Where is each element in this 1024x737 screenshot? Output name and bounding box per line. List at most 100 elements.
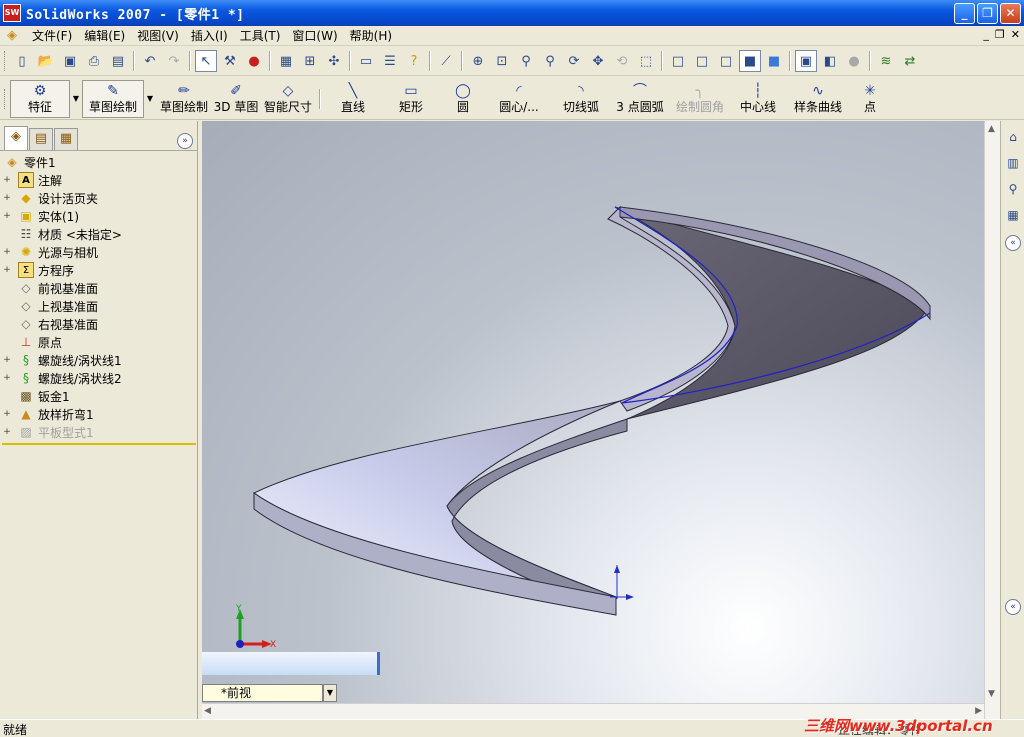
- select-icon[interactable]: ↖: [195, 50, 217, 72]
- undo-icon[interactable]: ↶: [139, 50, 161, 72]
- tree-item-lights-cameras[interactable]: + ✺ 光源与相机: [0, 243, 197, 261]
- point-button[interactable]: ✳ 点: [850, 80, 890, 118]
- doc-restore-button[interactable]: ❐: [995, 28, 1005, 41]
- sketch-tab-button[interactable]: ✎ 草图绘制: [82, 79, 144, 118]
- hidden-lines-visible-icon[interactable]: □: [691, 50, 713, 72]
- tree-item-front-plane[interactable]: ◇ 前视基准面: [0, 279, 197, 297]
- minimize-button[interactable]: _: [954, 3, 975, 24]
- expand-toggle[interactable]: +: [0, 265, 14, 275]
- graphics-area[interactable]: Y X *前视 ▼ ◀ ▶: [202, 121, 984, 719]
- tangent-arc-button[interactable]: ◝ 切线弧: [552, 80, 610, 118]
- 3d-sketch-button[interactable]: ✐ 3D 草图: [212, 80, 260, 118]
- zoom-fit-icon[interactable]: ⊕: [467, 50, 489, 72]
- rollback-bar[interactable]: [2, 443, 196, 445]
- new-icon[interactable]: ▯: [11, 50, 33, 72]
- view-orientation-icon[interactable]: ✣: [323, 50, 345, 72]
- centerline-button[interactable]: ┆ 中心线: [730, 80, 786, 118]
- expand-toggle[interactable]: +: [0, 193, 14, 203]
- tab-feature-manager[interactable]: ◈: [4, 126, 28, 150]
- scroll-down-icon[interactable]: ▼: [988, 689, 995, 699]
- measure-icon[interactable]: ⟋: [435, 50, 457, 72]
- tree-item-flat-pattern[interactable]: + ▨ 平板型式1: [0, 423, 197, 441]
- view-palette-icon[interactable]: ▦: [1003, 205, 1023, 225]
- standard-views-icon[interactable]: ⬚: [635, 50, 657, 72]
- grid-icon[interactable]: ⊞: [299, 50, 321, 72]
- features-dropdown-arrow[interactable]: ▼: [70, 80, 82, 118]
- tree-item-helix-1[interactable]: + § 螺旋线/涡状线1: [0, 351, 197, 369]
- pan-icon[interactable]: ✥: [587, 50, 609, 72]
- features-tab-button[interactable]: ⚙ 特征: [10, 79, 70, 118]
- view-name-field[interactable]: *前视: [202, 684, 323, 702]
- zoom-selection-icon[interactable]: ⚲: [539, 50, 561, 72]
- zoom-area-icon[interactable]: ⊡: [491, 50, 513, 72]
- centerpoint-arc-button[interactable]: ◜ 圆心/...: [486, 80, 552, 118]
- layout-icon[interactable]: ▭: [355, 50, 377, 72]
- toolbar-grip[interactable]: [4, 88, 7, 109]
- expand-toggle[interactable]: +: [0, 427, 14, 437]
- expand-toggle[interactable]: +: [0, 355, 14, 365]
- tab-configuration-manager[interactable]: ▦: [54, 128, 78, 150]
- open-icon[interactable]: 📂: [35, 50, 57, 72]
- circle-button[interactable]: ◯ 圆: [440, 80, 486, 118]
- menu-edit[interactable]: 编辑(E): [78, 27, 131, 45]
- hidden-lines-removed-icon[interactable]: □: [715, 50, 737, 72]
- tree-item-equations[interactable]: + Σ 方程序: [0, 261, 197, 279]
- spline-button[interactable]: ∿ 样条曲线: [786, 80, 850, 118]
- redo-icon[interactable]: ↷: [163, 50, 185, 72]
- menu-file[interactable]: 文件(F): [26, 27, 78, 45]
- traffic-light-icon[interactable]: ●: [243, 50, 265, 72]
- vertical-scrollbar[interactable]: ▲ ▼: [984, 121, 1000, 719]
- file-explorer-icon[interactable]: ⚲: [1003, 179, 1023, 199]
- expand-toggle[interactable]: +: [0, 409, 14, 419]
- tree-item-origin[interactable]: ⊥ 原点: [0, 333, 197, 351]
- expand-toggle[interactable]: +: [0, 211, 14, 221]
- rotate-icon[interactable]: ⟳: [563, 50, 585, 72]
- menu-help[interactable]: 帮助(H): [344, 27, 398, 45]
- line-button[interactable]: ╲ 直线: [324, 80, 382, 118]
- 3point-arc-button[interactable]: ⌒ 3 点圆弧: [610, 80, 670, 118]
- tree-root[interactable]: ◈ 零件1: [0, 153, 197, 171]
- tree-item-design-binder[interactable]: + ◆ 设计活页夹: [0, 189, 197, 207]
- menu-tools[interactable]: 工具(T): [234, 27, 287, 45]
- properties-icon[interactable]: ☰: [379, 50, 401, 72]
- scroll-left-icon[interactable]: ◀: [204, 706, 211, 716]
- expand-toggle[interactable]: +: [0, 373, 14, 383]
- origin-marker[interactable]: [610, 565, 634, 600]
- menu-window[interactable]: 窗口(W): [286, 27, 343, 45]
- help-icon[interactable]: ?: [403, 50, 425, 72]
- task-pane-collapse-icon[interactable]: «: [1005, 235, 1021, 251]
- tree-item-material[interactable]: ☷ 材质 <未指定>: [0, 225, 197, 243]
- smart-dimension-button[interactable]: ◇ 智能尺寸: [260, 80, 316, 118]
- sketch-dropdown-arrow[interactable]: ▼: [144, 80, 156, 118]
- scroll-up-icon[interactable]: ▲: [988, 124, 995, 134]
- shaded-with-edges-icon[interactable]: ■: [739, 50, 761, 72]
- section-view-icon[interactable]: ⇄: [899, 50, 921, 72]
- doc-close-button[interactable]: ✕: [1011, 28, 1020, 41]
- expand-toggle[interactable]: +: [0, 175, 14, 185]
- tree-item-sheet-metal[interactable]: ▩ 钣金1: [0, 387, 197, 405]
- menu-view[interactable]: 视图(V): [131, 27, 185, 45]
- toolbar-grip[interactable]: [4, 51, 7, 71]
- restore-button[interactable]: ❐: [977, 3, 998, 24]
- wireframe-icon[interactable]: □: [667, 50, 689, 72]
- options-icon[interactable]: ▦: [275, 50, 297, 72]
- save-icon[interactable]: ▣: [59, 50, 81, 72]
- tree-item-lofted-bend[interactable]: + ▲ 放样折弯1: [0, 405, 197, 423]
- design-library-icon[interactable]: ▥: [1003, 153, 1023, 173]
- print-preview-icon[interactable]: ▤: [107, 50, 129, 72]
- perspective-icon[interactable]: ◧: [819, 50, 841, 72]
- sketch-fillet-button[interactable]: ╮ 绘制圆角: [670, 80, 730, 118]
- home-icon[interactable]: ⌂: [1003, 127, 1023, 147]
- shadows-icon[interactable]: ▣: [795, 50, 817, 72]
- tree-item-helix-2[interactable]: + § 螺旋线/涡状线2: [0, 369, 197, 387]
- close-button[interactable]: ✕: [1000, 3, 1021, 24]
- zoom-inout-icon[interactable]: ⚲: [515, 50, 537, 72]
- shaded-icon[interactable]: ■: [763, 50, 785, 72]
- view-dropdown-arrow[interactable]: ▼: [323, 684, 337, 702]
- print-icon[interactable]: ⎙: [83, 50, 105, 72]
- roll-icon[interactable]: ⟲: [611, 50, 633, 72]
- tree-item-right-plane[interactable]: ◇ 右视基准面: [0, 315, 197, 333]
- tree-item-solid-bodies[interactable]: + ▣ 实体(1): [0, 207, 197, 225]
- tree-item-top-plane[interactable]: ◇ 上视基准面: [0, 297, 197, 315]
- tree-item-annotations[interactable]: + A 注解: [0, 171, 197, 189]
